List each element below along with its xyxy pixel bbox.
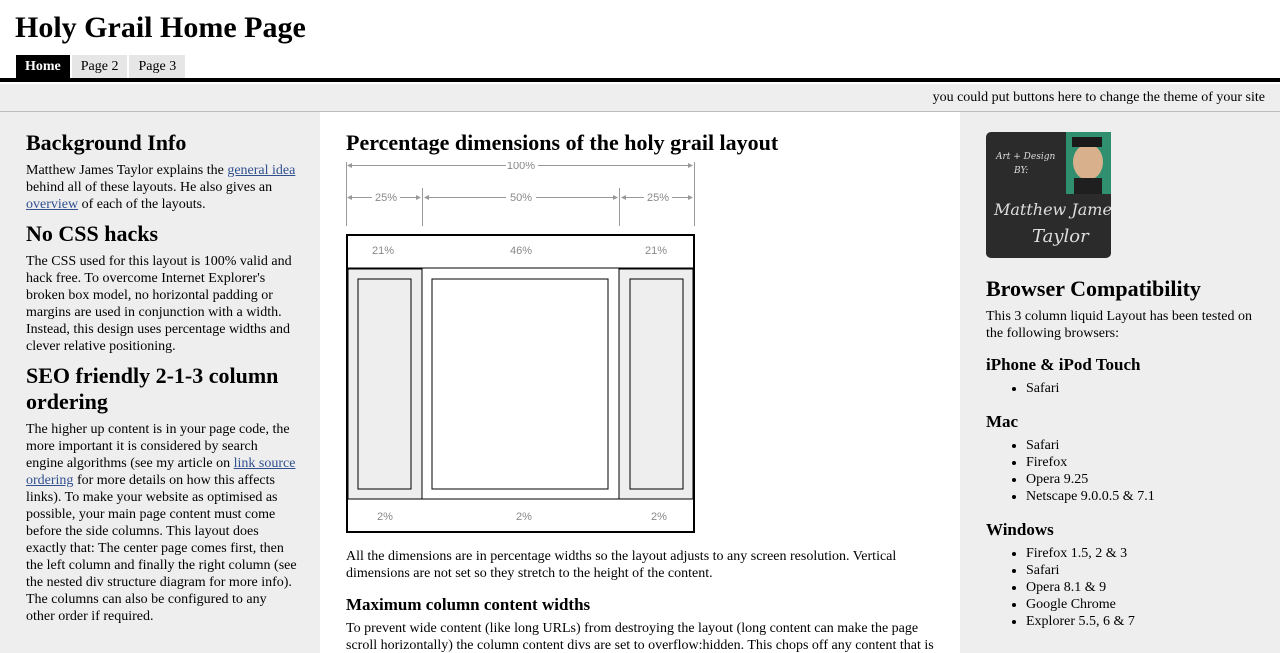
main-subheading: Maximum column content widths	[346, 595, 591, 614]
label-25-left: 25%	[375, 192, 397, 204]
header-divider	[0, 78, 1280, 82]
section-heading: Background Info	[26, 130, 187, 155]
left-column: Background Info Matthew James Taylor exp…	[0, 112, 320, 653]
list-item: Firefox	[1026, 454, 1256, 471]
list-item: Netscape 9.0.0.5 & 7.1	[1026, 488, 1256, 505]
list-item: Safari	[1026, 437, 1256, 454]
list-item: Safari	[1026, 380, 1256, 397]
svg-text:Taylor: Taylor	[1032, 226, 1090, 247]
list-item: Google Chrome	[1026, 596, 1256, 613]
layout-diagram: 100% 25% 50% 25% 21% 46% 21% 2% 2% 2%	[346, 162, 695, 533]
list-item: Safari	[1026, 562, 1256, 579]
label-50: 50%	[510, 192, 532, 204]
svg-text:Art + Design: Art + Design	[995, 152, 1055, 162]
section-text: The CSS used for this layout is 100% val…	[26, 254, 292, 354]
list-item: Firefox 1.5, 2 & 3	[1026, 545, 1256, 562]
label-21-left: 21%	[372, 245, 394, 257]
list-item: Opera 9.25	[1026, 471, 1256, 488]
main-heading: Percentage dimensions of the holy grail …	[346, 130, 779, 155]
browser-compat-intro: This 3 column liquid Layout has been tes…	[986, 309, 1252, 341]
label-2-left: 2%	[377, 511, 393, 523]
main-paragraph: All the dimensions are in percentage wid…	[346, 549, 897, 581]
general-idea-link[interactable]: general idea	[227, 163, 295, 178]
section-text: Matthew James Taylor explains the genera…	[26, 163, 296, 212]
theme-bar: you could put buttons here to change the…	[0, 84, 1280, 112]
label-100: 100%	[507, 162, 535, 172]
tab-home[interactable]: Home	[16, 55, 70, 79]
group-heading: iPhone & iPod Touch	[986, 355, 1141, 374]
label-2-right: 2%	[651, 511, 667, 523]
svg-text:Matthew James: Matthew James	[993, 200, 1111, 219]
label-21-right: 21%	[645, 245, 667, 257]
main-column: Percentage dimensions of the holy grail …	[320, 112, 960, 653]
tab-page-2[interactable]: Page 2	[71, 55, 128, 79]
group-heading: Mac	[986, 412, 1019, 431]
browser-list: Safari	[986, 380, 1256, 397]
site-title: Holy Grail Home Page	[15, 11, 306, 44]
list-item: Opera 8.1 & 9	[1026, 579, 1256, 596]
theme-bar-text: you could put buttons here to change the…	[932, 90, 1265, 105]
group-heading: Windows	[986, 520, 1054, 539]
overview-link[interactable]: overview	[26, 197, 78, 212]
browser-list: Firefox 1.5, 2 & 3 Safari Opera 8.1 & 9 …	[986, 545, 1256, 630]
list-item: Explorer 5.5, 6 & 7	[1026, 613, 1256, 630]
label-25-right: 25%	[647, 192, 669, 204]
label-2-mid: 2%	[516, 511, 532, 523]
right-column: Art + Design BY: Matthew James Taylor Br…	[960, 112, 1280, 653]
main-paragraph-2: To prevent wide content (like long URLs)…	[346, 621, 934, 653]
section-text: The higher up content is in your page co…	[26, 422, 297, 624]
svg-text:BY:: BY:	[1013, 166, 1028, 176]
label-46: 46%	[510, 245, 532, 257]
section-heading: No CSS hacks	[26, 221, 159, 246]
browser-list: Safari Firefox Opera 9.25 Netscape 9.0.0…	[986, 437, 1256, 505]
author-image: Art + Design BY: Matthew James Taylor	[986, 132, 1111, 258]
section-heading: SEO friendly 2-1-3 column ordering	[26, 363, 279, 414]
browser-compat-heading: Browser Compatibility	[986, 276, 1201, 301]
main-nav: Home Page 2 Page 3	[16, 55, 187, 79]
tab-page-3[interactable]: Page 3	[129, 55, 186, 79]
site-header: Holy Grail Home Page Home Page 2 Page 3	[0, 0, 1280, 84]
